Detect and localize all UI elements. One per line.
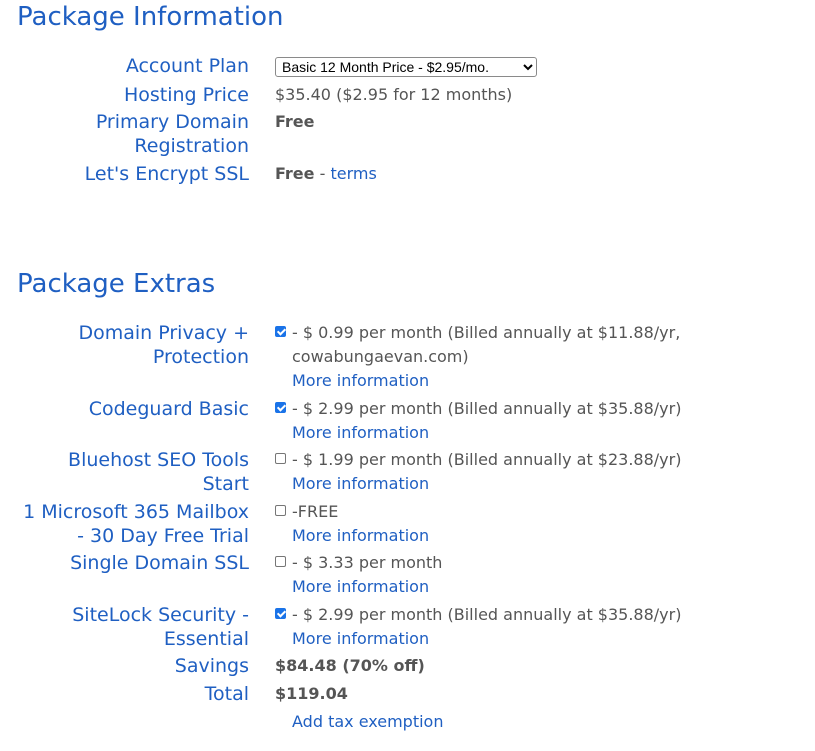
seo-tools-label-line1: Bluehost SEO Tools — [68, 449, 249, 471]
seo-tools-price: - $ 1.99 per month (Billed annually at $… — [292, 450, 682, 469]
hosting-price-value: $35.40 ($2.95 for 12 months) — [275, 85, 513, 104]
microsoft-365-more-info-link[interactable]: More information — [292, 524, 429, 548]
ssl-value: Free — [275, 164, 315, 183]
account-plan-select[interactable]: Basic 12 Month Price - $2.95/mo. — [275, 57, 537, 77]
package-information-title: Package Information — [17, 2, 284, 32]
sitelock-more-info-link[interactable]: More information — [292, 627, 429, 651]
domain-privacy-checkbox[interactable] — [275, 326, 286, 337]
add-tax-exemption-link[interactable]: Add tax exemption — [292, 710, 443, 734]
sitelock-label-line2: Essential — [163, 628, 249, 650]
total-value: $119.04 — [275, 684, 348, 703]
seo-tools-label-line2: Start — [202, 473, 249, 495]
seo-tools-checkbox[interactable] — [275, 453, 286, 464]
domain-registration-label-line1: Primary Domain — [95, 111, 249, 133]
savings-label: Savings — [174, 655, 249, 677]
ssl-terms-link[interactable]: terms — [330, 164, 376, 183]
single-domain-ssl-label: Single Domain SSL — [70, 552, 249, 574]
single-domain-ssl-price: - $ 3.33 per month — [292, 553, 443, 572]
domain-privacy-more-info-link[interactable]: More information — [292, 369, 429, 393]
domain-privacy-label-line1: Domain Privacy + — [78, 322, 249, 344]
codeguard-label: Codeguard Basic — [88, 398, 249, 420]
microsoft-365-label-line1: 1 Microsoft 365 Mailbox — [23, 501, 249, 523]
codeguard-more-info-link[interactable]: More information — [292, 421, 429, 445]
sitelock-label-line1: SiteLock Security - — [72, 604, 249, 626]
single-domain-ssl-more-info-link[interactable]: More information — [292, 575, 429, 599]
domain-privacy-price: - $ 0.99 per month (Billed annually at $… — [292, 323, 681, 342]
domain-registration-label-line2: Registration — [134, 135, 249, 157]
domain-privacy-domain: cowabungaevan.com) — [292, 347, 469, 366]
total-label: Total — [204, 683, 249, 705]
domain-privacy-label-line2: Protection — [152, 346, 249, 368]
seo-tools-more-info-link[interactable]: More information — [292, 472, 429, 496]
codeguard-checkbox[interactable] — [275, 402, 286, 413]
microsoft-365-checkbox[interactable] — [275, 505, 286, 516]
sitelock-checkbox[interactable] — [275, 608, 286, 619]
ssl-separator: - — [314, 164, 331, 183]
domain-registration-value: Free — [275, 112, 315, 131]
codeguard-price: - $ 2.99 per month (Billed annually at $… — [292, 399, 682, 418]
package-extras-title: Package Extras — [17, 269, 216, 299]
hosting-price-label: Hosting Price — [123, 84, 249, 106]
microsoft-365-label-line2: - 30 Day Free Trial — [77, 525, 249, 547]
savings-value: $84.48 (70% off) — [275, 656, 425, 675]
account-plan-label: Account Plan — [125, 55, 249, 77]
single-domain-ssl-checkbox[interactable] — [275, 556, 286, 567]
microsoft-365-price: -FREE — [292, 502, 339, 521]
ssl-label: Let's Encrypt SSL — [84, 163, 249, 185]
ssl-value-row: Free - terms — [275, 162, 377, 186]
sitelock-price: - $ 2.99 per month (Billed annually at $… — [292, 605, 682, 624]
